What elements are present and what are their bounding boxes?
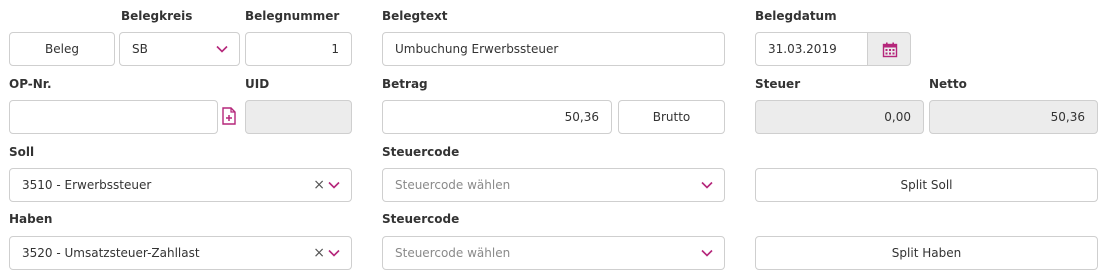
belegkreis-label: Belegkreis (121, 9, 193, 23)
steuercode-haben-label: Steuercode (382, 212, 460, 226)
belegtext-input[interactable]: Umbuchung Erwerbssteuer (382, 32, 725, 66)
belegnummer-value: 1 (331, 42, 339, 56)
beleg-button[interactable]: Beleg (9, 32, 115, 66)
soll-select[interactable]: 3510 - Erwerbssteuer × (9, 168, 352, 202)
belegdatum-label: Belegdatum (755, 9, 837, 23)
soll-value: 3510 - Erwerbssteuer (22, 178, 152, 192)
betrag-value: 50,36 (564, 110, 599, 124)
brutto-button[interactable]: Brutto (618, 100, 725, 134)
steuercode-haben-select[interactable]: Steuercode wählen (382, 236, 725, 270)
steuercode-soll-label: Steuercode (382, 145, 460, 159)
clear-icon[interactable]: × (313, 237, 325, 269)
belegnummer-label: Belegnummer (245, 9, 340, 23)
op-nr-input[interactable] (9, 100, 218, 134)
betrag-input[interactable]: 50,36 (382, 100, 612, 134)
steuercode-soll-select[interactable]: Steuercode wählen (382, 168, 725, 202)
steuer-input: 0,00 (755, 100, 924, 134)
soll-label: Soll (9, 145, 35, 159)
belegkreis-value: SB (132, 42, 148, 56)
split-haben-button[interactable]: Split Haben (755, 236, 1098, 270)
uid-label: UID (245, 77, 270, 91)
chevron-down-icon (701, 249, 713, 257)
clear-icon[interactable]: × (313, 169, 325, 201)
add-document-icon[interactable] (221, 107, 237, 125)
betrag-label: Betrag (382, 77, 428, 91)
chevron-down-icon (701, 181, 713, 189)
chevron-down-icon (216, 45, 228, 53)
netto-value: 50,36 (1050, 110, 1085, 124)
calendar-button[interactable] (867, 32, 911, 66)
steuercode-soll-placeholder: Steuercode wählen (395, 178, 511, 192)
split-soll-button[interactable]: Split Soll (755, 168, 1098, 202)
netto-input: 50,36 (929, 100, 1098, 134)
calendar-icon (882, 42, 898, 58)
belegkreis-select[interactable]: SB (119, 32, 240, 66)
belegnummer-input[interactable]: 1 (245, 32, 352, 66)
chevron-down-icon (328, 181, 340, 189)
uid-input (245, 100, 352, 134)
chevron-down-icon (328, 249, 340, 257)
steuer-label: Steuer (755, 77, 801, 91)
belegdatum-value: 31.03.2019 (768, 42, 837, 56)
haben-label: Haben (9, 212, 53, 226)
belegtext-value: Umbuchung Erwerbssteuer (395, 42, 559, 56)
op-nr-label: OP-Nr. (9, 77, 52, 91)
haben-value: 3520 - Umsatzsteuer-Zahllast (22, 246, 200, 260)
steuercode-haben-placeholder: Steuercode wählen (395, 246, 511, 260)
netto-label: Netto (929, 77, 967, 91)
steuer-value: 0,00 (884, 110, 911, 124)
haben-select[interactable]: 3520 - Umsatzsteuer-Zahllast × (9, 236, 352, 270)
belegtext-label: Belegtext (382, 9, 448, 23)
belegdatum-input[interactable]: 31.03.2019 (755, 32, 868, 66)
